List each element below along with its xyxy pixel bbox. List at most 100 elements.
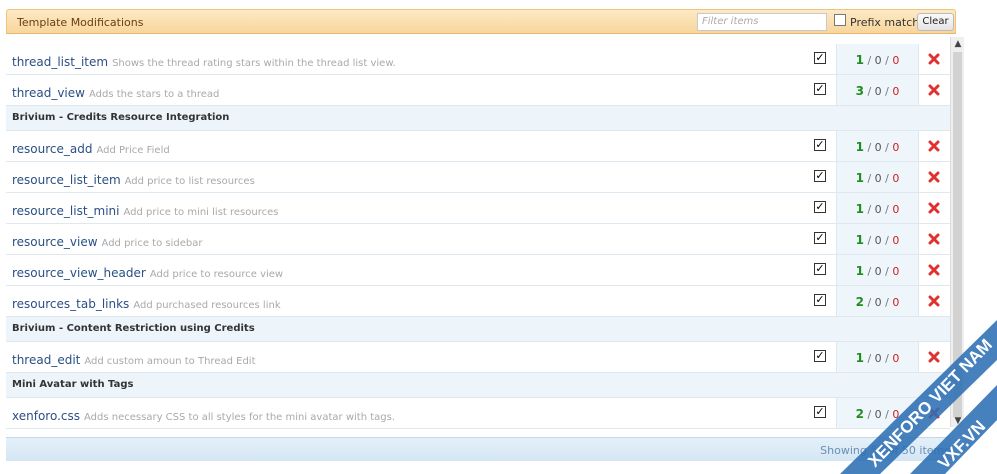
template-description: Add Price Field	[96, 145, 170, 156]
failed-count: 0	[892, 203, 900, 216]
scroll-up-arrow-icon[interactable]: ▲	[951, 37, 965, 51]
clear-button[interactable]: Clear	[917, 13, 954, 31]
row-name-desc: resources_tab_links Add purchased resourc…	[12, 293, 281, 312]
delete-icon[interactable]	[928, 171, 940, 183]
row-name-desc: resource_list_mini Add price to mini list…	[12, 200, 278, 219]
template-modifications-header: Template Modifications Filter items Pref…	[6, 9, 956, 34]
template-description: Add purchased resources link	[133, 300, 281, 311]
delete-icon[interactable]	[928, 351, 940, 363]
delete-icon[interactable]	[928, 407, 940, 419]
template-modification-row: resources_tab_links Add purchased resourc…	[6, 286, 950, 317]
template-name-link[interactable]: resource_list_item	[12, 173, 121, 187]
not-applied-count: 0	[874, 54, 882, 67]
applied-count: 1	[855, 53, 864, 67]
enabled-checkbox[interactable]: ✓	[814, 201, 826, 213]
apply-count: 1 / 0 / 0	[855, 264, 900, 278]
template-description: Add price to sidebar	[101, 238, 203, 249]
enabled-checkbox[interactable]: ✓	[814, 294, 826, 306]
column-divider	[918, 131, 919, 161]
template-name-link[interactable]: resource_add	[12, 142, 93, 156]
apply-count-cell: 2 / 0 / 0	[837, 398, 918, 428]
row-name-desc: thread_list_item Shows the thread rating …	[12, 51, 396, 70]
apply-count: 1 / 0 / 0	[855, 140, 900, 154]
row-name-desc: resource_list_item Add price to list reso…	[12, 169, 255, 188]
template-name-link[interactable]: resource_view_header	[12, 266, 146, 280]
not-applied-count: 0	[874, 265, 882, 278]
not-applied-count: 0	[874, 234, 882, 247]
delete-icon[interactable]	[928, 53, 940, 65]
vertical-scrollbar[interactable]: ▲ ▼	[950, 37, 964, 427]
not-applied-count: 0	[874, 408, 882, 421]
column-divider	[918, 286, 919, 316]
apply-count: 2 / 0 / 0	[855, 407, 900, 421]
row-name-desc: thread_edit Add custom amoun to Thread Ed…	[12, 349, 256, 368]
enabled-checkbox[interactable]: ✓	[814, 406, 826, 418]
template-modification-row: resource_list_mini Add price to mini list…	[6, 193, 950, 224]
not-applied-count: 0	[874, 352, 882, 365]
applied-count: 1	[855, 140, 864, 154]
scroll-down-arrow-icon[interactable]: ▼	[951, 415, 965, 427]
template-name-link[interactable]: resources_tab_links	[12, 297, 129, 311]
applied-count: 1	[855, 351, 864, 365]
delete-icon[interactable]	[928, 264, 940, 276]
row-name-desc: xenforo.css Adds necessary CSS to all sty…	[12, 405, 395, 424]
group-title: Brivium - Credits Resource Integration	[12, 112, 230, 123]
applied-count: 1	[855, 233, 864, 247]
template-description: Shows the thread rating stars within the…	[112, 58, 396, 69]
template-modification-row: resource_view_header Add price to resourc…	[6, 255, 950, 286]
delete-icon[interactable]	[928, 202, 940, 214]
template-description: Add custom amoun to Thread Edit	[84, 356, 256, 367]
template-name-link[interactable]: resource_view	[12, 235, 98, 249]
not-applied-count: 0	[874, 203, 882, 216]
delete-icon[interactable]	[928, 233, 940, 245]
apply-count: 3 / 0 / 0	[855, 84, 900, 98]
enabled-checkbox[interactable]: ✓	[814, 83, 826, 95]
enabled-checkbox[interactable]: ✓	[814, 139, 826, 151]
group-header: Brivium - Credits Resource Integration	[6, 106, 950, 131]
template-name-link[interactable]: thread_view	[12, 86, 85, 100]
apply-count-cell: 1 / 0 / 0	[837, 162, 918, 192]
template-description: Add price to list resources	[124, 176, 255, 187]
not-applied-count: 0	[874, 172, 882, 185]
filter-input[interactable]: Filter items	[697, 13, 827, 31]
delete-icon[interactable]	[928, 140, 940, 152]
group-title: Brivium - Content Restriction using Cred…	[12, 323, 255, 334]
enabled-checkbox[interactable]: ✓	[814, 232, 826, 244]
template-name-link[interactable]: resource_list_mini	[12, 204, 120, 218]
prefix-match-label: Prefix match	[850, 16, 920, 29]
enabled-checkbox[interactable]: ✓	[814, 263, 826, 275]
row-name-desc: resource_view Add price to sidebar	[12, 231, 202, 250]
scroll-thumb[interactable]	[953, 52, 962, 417]
enabled-checkbox[interactable]: ✓	[814, 350, 826, 362]
column-divider	[918, 75, 919, 105]
template-name-link[interactable]: thread_list_item	[12, 55, 108, 69]
template-description: Adds the stars to a thread	[88, 89, 220, 100]
applied-count: 2	[855, 295, 864, 309]
apply-count-cell: 1 / 0 / 0	[837, 342, 918, 372]
apply-count: 1 / 0 / 0	[855, 171, 900, 185]
template-name-link[interactable]: thread_edit	[12, 353, 80, 367]
enabled-checkbox[interactable]: ✓	[814, 52, 826, 64]
column-divider	[918, 255, 919, 285]
template-description: Adds necessary CSS to all styles for the…	[84, 412, 395, 423]
prefix-match-checkbox[interactable]	[834, 14, 846, 26]
enabled-checkbox[interactable]: ✓	[814, 170, 826, 182]
applied-count: 1	[855, 171, 864, 185]
column-divider	[918, 224, 919, 254]
delete-icon[interactable]	[928, 295, 940, 307]
applied-count: 3	[855, 84, 864, 98]
template-name-link[interactable]: xenforo.css	[12, 409, 80, 423]
not-applied-count: 0	[874, 141, 882, 154]
applied-count: 1	[855, 202, 864, 216]
items-count-status: Showing 50 of 50 items	[820, 444, 950, 457]
group-title: Mini Avatar with Tags	[12, 379, 134, 390]
template-description: Add price to mini list resources	[123, 207, 279, 218]
template-modification-row: thread_edit Add custom amoun to Thread Ed…	[6, 342, 950, 373]
failed-count: 0	[892, 234, 900, 247]
column-divider	[918, 162, 919, 192]
apply-count-cell: 1 / 0 / 0	[837, 224, 918, 254]
delete-icon[interactable]	[928, 84, 940, 96]
apply-count: 2 / 0 / 0	[855, 295, 900, 309]
template-modification-row: resource_add Add Price Field ✓ 1 / 0 / 0	[6, 131, 950, 162]
template-modification-row: resource_view Add price to sidebar ✓ 1 / 0 …	[6, 224, 950, 255]
